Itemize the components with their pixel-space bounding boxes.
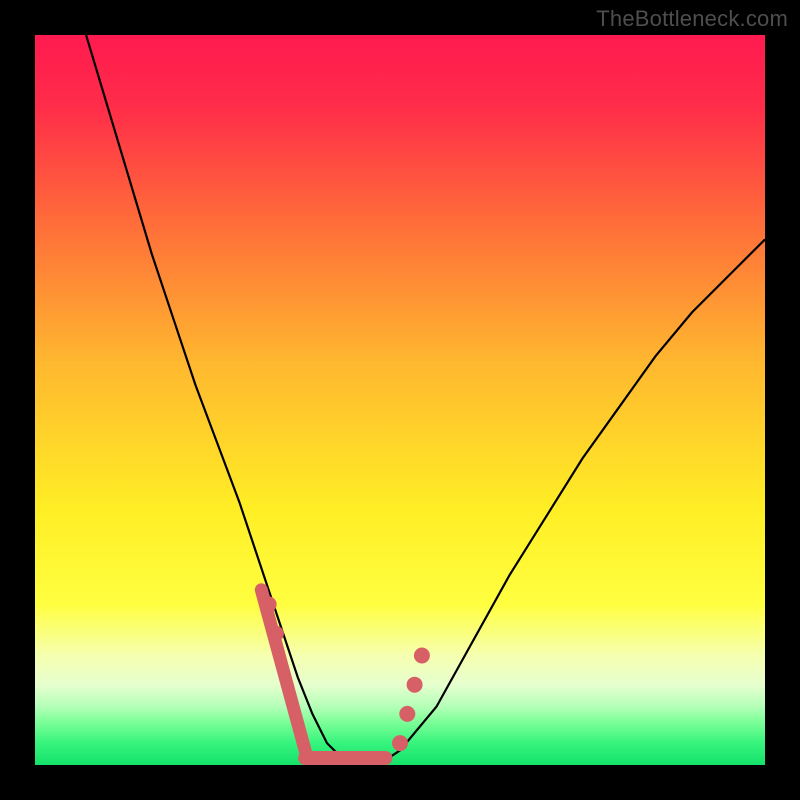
marker-dot bbox=[407, 677, 423, 693]
marker-dot bbox=[399, 706, 415, 722]
watermark-text: TheBottleneck.com bbox=[596, 6, 788, 32]
marker-dot bbox=[268, 626, 284, 642]
marker-dot bbox=[414, 648, 430, 664]
chart-frame: TheBottleneck.com bbox=[0, 0, 800, 800]
bottleneck-curve bbox=[35, 35, 765, 765]
marker-dot bbox=[261, 596, 277, 612]
marker-dot bbox=[392, 735, 408, 751]
left-marker-seg bbox=[261, 590, 305, 751]
highlight-markers bbox=[261, 590, 430, 758]
plot-area bbox=[35, 35, 765, 765]
